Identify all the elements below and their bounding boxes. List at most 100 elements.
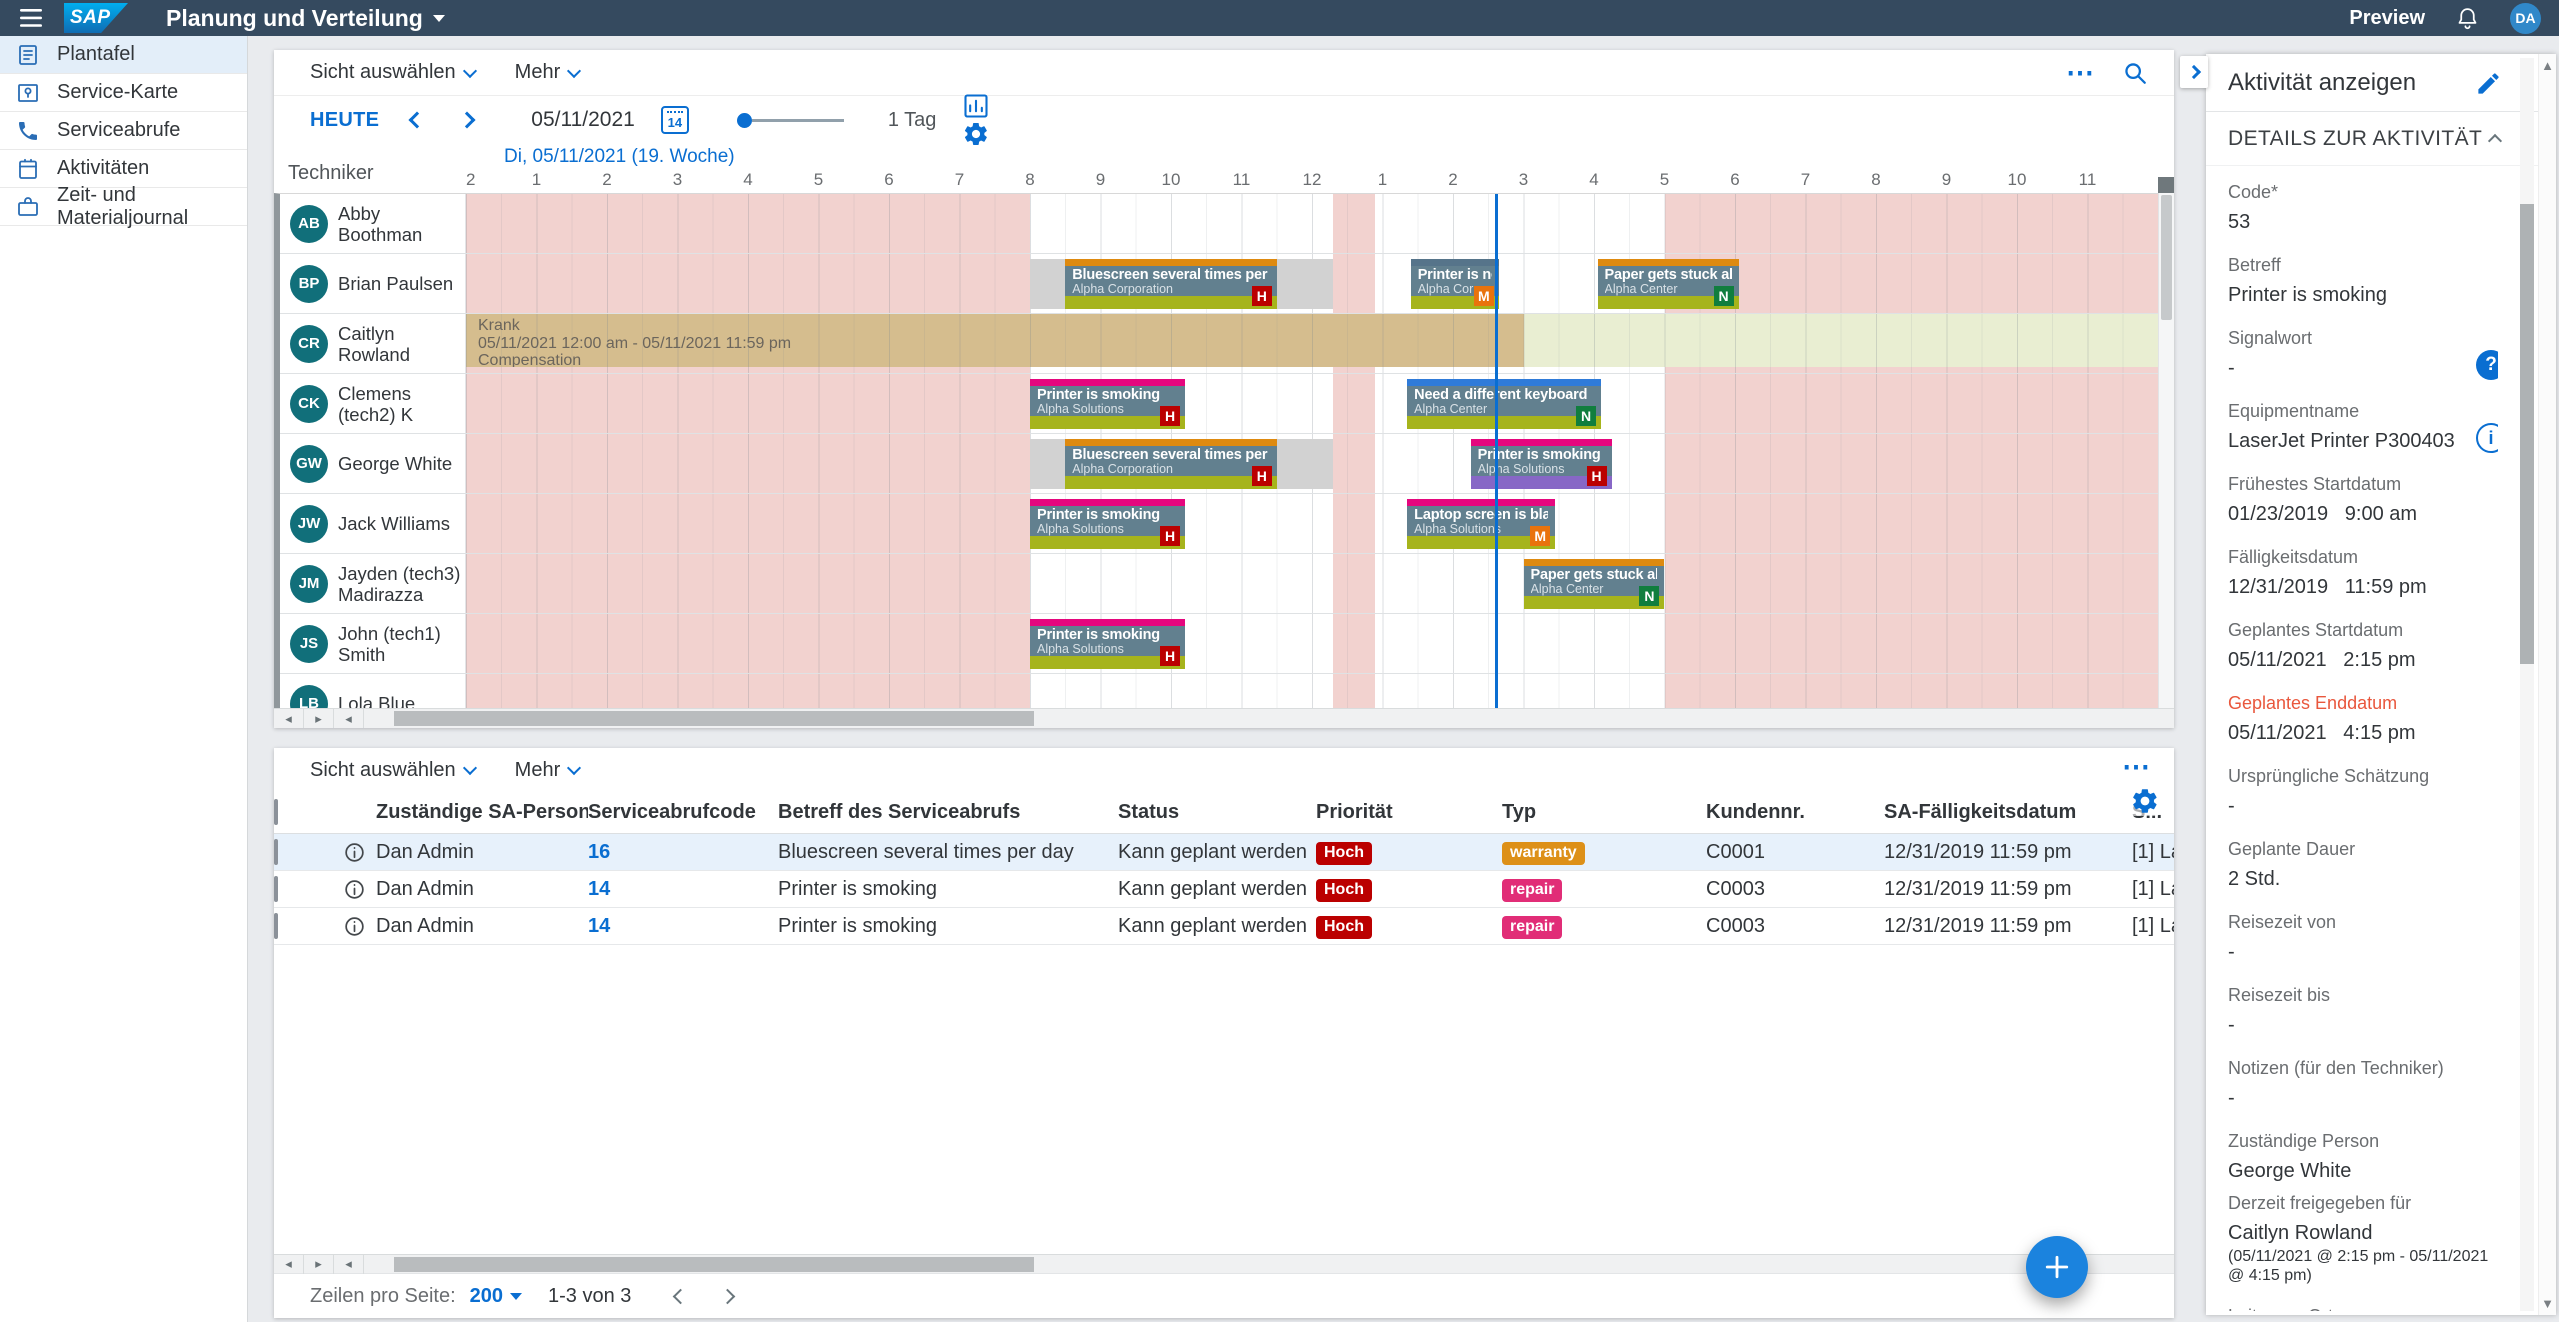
task-bar[interactable]: Printer is smokingAlpha SolutionsH [1030,379,1185,429]
task-bar[interactable]: Printer is smokingAlpha SolutionsH [1471,439,1612,489]
gantt-chart-settings-icon[interactable] [962,92,990,120]
gantt-vertical-scrollbar[interactable] [2158,193,2174,708]
chevron-up-icon [2488,133,2502,147]
select-all-checkbox[interactable] [274,799,278,825]
task-bar[interactable]: Paper gets stuck all theAlpha CenterN [1598,259,1739,309]
column-header[interactable]: Priorität [1316,801,1502,824]
scrollbar-thumb[interactable] [394,1257,1034,1272]
scroll-up-icon[interactable]: ▲ [2539,58,2556,73]
scroll-left-icon[interactable]: ◂ [274,709,304,728]
notifications-bell-icon[interactable] [2455,6,2480,31]
technician-avatar[interactable]: GW [290,445,328,483]
task-bar[interactable]: Laptop screen is blackAlpha SolutionsM [1407,499,1555,549]
technician-avatar[interactable]: CR [290,325,328,363]
panel-collapse-icon[interactable] [2180,56,2208,88]
table-row[interactable]: Dan Admin16Bluescreen several times per … [274,834,2174,871]
table-settings-gear-icon[interactable] [2130,786,2160,816]
technician-cell: CKClemens (tech2) K [280,374,466,433]
slider-handle[interactable] [737,113,752,128]
table-row[interactable]: Dan Admin14Printer is smokingKann geplan… [274,871,2174,908]
panel-section-header[interactable]: DETAILS ZUR AKTIVITÄT [2206,112,2556,166]
page-scrollbar[interactable]: ▲ ▼ [2538,54,2556,1315]
previous-day-icon[interactable] [405,109,429,132]
scroll-left-icon[interactable]: ◂ [334,709,364,728]
field-label: Fälligkeitsdatum [2228,547,2498,568]
calendar-icon[interactable]: 14 [661,106,689,134]
gantt-horizontal-scrollbar[interactable]: ◂ ▸ ◂ [274,708,2174,728]
zoom-slider[interactable] [737,113,844,128]
help-icon[interactable]: ? [2476,350,2498,380]
gantt-select-view-menu[interactable]: Sicht auswählen [310,61,475,84]
info-icon[interactable] [343,841,366,864]
row-checkbox[interactable] [274,839,278,865]
table-more-menu[interactable]: Mehr [515,759,580,782]
hamburger-menu-icon[interactable] [18,5,44,31]
sidebar-item-zeit-und-materialjournal[interactable]: Zeit- und Materialjournal [0,188,247,226]
column-header[interactable]: Typ [1502,801,1706,824]
scrollbar-thumb[interactable] [394,711,1034,726]
column-header[interactable]: Serviceabrufcode [588,801,778,824]
cell-code-link[interactable]: 14 [588,915,778,938]
add-service-call-button[interactable] [2026,1236,2088,1298]
technician-avatar[interactable]: CK [290,385,328,423]
task-bar[interactable]: Bluescreen several times per dayAlpha Co… [1065,259,1277,309]
table-horizontal-scrollbar[interactable]: ◂ ▸ ◂ [274,1254,2174,1274]
technician-avatar[interactable]: JM [290,565,328,603]
scrollbar-track[interactable] [364,709,2174,728]
row-checkbox[interactable] [274,876,278,902]
field-value: Caitlyn Rowland [2228,1222,2498,1245]
scroll-right-icon[interactable]: ▸ [304,709,334,728]
column-header[interactable]: Betreff des Serviceabrufs [778,801,1118,824]
scroll-left-icon[interactable]: ◂ [334,1255,364,1274]
info-icon[interactable] [343,915,366,938]
gantt-day-header[interactable]: Di, 05/11/2021 (19. Woche) [504,146,735,168]
scroll-left-icon[interactable]: ◂ [274,1255,304,1274]
gantt-more-menu[interactable]: Mehr [515,61,580,84]
technician-avatar[interactable]: BP [290,265,328,303]
table-select-view-menu[interactable]: Sicht auswählen [310,759,475,782]
table-overflow-icon[interactable]: ⋯ [2122,762,2152,772]
detail-field: Geplante Dauer2 Std. [2228,839,2498,891]
technician-avatar[interactable]: LB [290,685,328,709]
column-header[interactable]: SA-Fälligkeitsdatum [1884,801,2132,824]
task-bar[interactable]: Printer is notAlpha Corporat...M [1411,259,1499,309]
info-icon[interactable]: i [2476,423,2498,453]
edit-pencil-icon[interactable] [2475,70,2502,97]
task-bar[interactable]: Paper gets stuck all theAlpha CenterN [1524,559,1665,609]
column-header[interactable]: Zuständige SA-Person [376,801,588,824]
sidebar-item-service-karte[interactable]: Service-Karte [0,74,247,112]
info-icon[interactable] [343,878,366,901]
next-page-icon[interactable] [704,1285,751,1308]
today-button[interactable]: HEUTE [310,109,379,132]
technician-avatar[interactable]: AB [290,205,328,243]
scroll-down-icon[interactable]: ▼ [2539,1296,2556,1311]
scrollbar-track[interactable] [364,1255,2174,1274]
date-field[interactable]: 05/11/2021 [531,108,635,132]
rows-per-page-select[interactable]: 200 [470,1285,522,1308]
previous-page-icon[interactable] [657,1285,704,1308]
column-header[interactable]: Kundennr. [1706,801,1884,824]
sidebar-item-aktivit-ten[interactable]: Aktivitäten [0,150,247,188]
app-title[interactable]: Planung und Verteilung [166,5,445,32]
gantt-overflow-icon[interactable]: ⋯ [2066,68,2096,78]
cell-code-link[interactable]: 14 [588,878,778,901]
task-bar[interactable]: Need a different keyboardAlpha CenterN [1407,379,1601,429]
technician-avatar[interactable]: JW [290,505,328,543]
technician-avatar[interactable]: JS [290,625,328,663]
next-day-icon[interactable] [455,109,479,132]
search-icon[interactable] [2122,60,2148,86]
cell-code-link[interactable]: 16 [588,841,778,864]
task-bar[interactable]: Printer is smokingAlpha SolutionsH [1030,499,1185,549]
scroll-right-icon[interactable]: ▸ [304,1255,334,1274]
scrollbar-thumb[interactable] [2161,195,2172,320]
user-avatar[interactable]: DA [2510,3,2541,34]
task-bar[interactable]: Bluescreen several times per dayAlpha Co… [1065,439,1277,489]
sidebar-item-serviceabrufe[interactable]: Serviceabrufe [0,112,247,150]
column-header[interactable]: Status [1118,801,1316,824]
sidebar-item-plantafel[interactable]: Plantafel [0,36,247,74]
task-customer: Alpha Solutions [1414,523,1548,536]
row-checkbox[interactable] [274,913,278,939]
panel-scrollbar-thumb[interactable] [2520,204,2534,664]
task-bar[interactable]: Printer is smokingAlpha SolutionsH [1030,619,1185,669]
table-row[interactable]: Dan Admin14Printer is smokingKann geplan… [274,908,2174,945]
